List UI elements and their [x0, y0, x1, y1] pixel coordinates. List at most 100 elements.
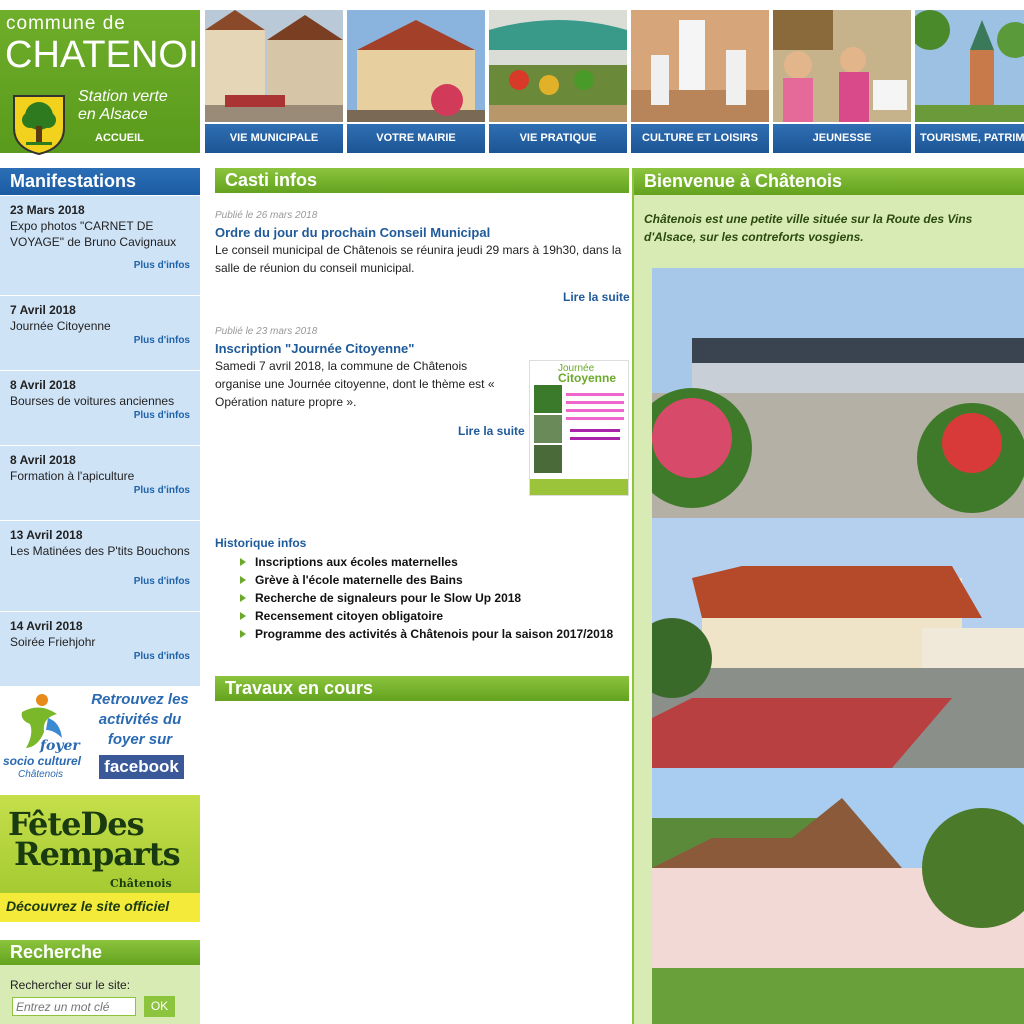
event-item[interactable]: 7 Avril 2018 Journée Citoyenne Plus d'in… [0, 296, 200, 371]
event-date: 13 Avril 2018 [10, 528, 83, 542]
event-item[interactable]: 14 Avril 2018 Soirée Friehjohr Plus d'in… [0, 612, 200, 687]
read-more-link[interactable]: Lire la suite [458, 424, 525, 438]
nav-photo-judo [631, 10, 769, 122]
history-list: Inscriptions aux écoles maternelles Grèv… [240, 553, 620, 643]
nav-photo-children-reading [773, 10, 911, 122]
foyer-text: Retrouvez les activités du foyer sur [91, 691, 189, 748]
event-desc: Soirée Friehjohr [10, 635, 96, 649]
arrow-icon [240, 612, 246, 620]
foyer-logo-text1: foyer [40, 738, 80, 754]
foyer-logo-text3: Châtenois [18, 769, 64, 780]
poster-graphics [530, 385, 628, 495]
event-more-link[interactable]: Plus d'infos [134, 485, 190, 496]
nav-photo-mairie [347, 10, 485, 122]
news-body: Le conseil municipal de Châtenois se réu… [215, 243, 622, 275]
manifestations-title: Manifestations [0, 168, 200, 195]
news-title-link[interactable]: Inscription "Journée Citoyenne" [215, 341, 414, 356]
accueil-link[interactable]: ACCUEIL [95, 132, 144, 144]
history-item-label: Inscriptions aux écoles maternelles [255, 555, 458, 569]
nav-photo-church-vines [915, 10, 1024, 122]
history-item[interactable]: Programme des activités à Châtenois pour… [240, 625, 620, 643]
search-input[interactable] [12, 997, 136, 1016]
nav-votre-mairie[interactable]: VOTRE MAIRIE [347, 10, 485, 153]
logo-town-name: CHATENOIS [5, 34, 224, 76]
event-more-link[interactable]: Plus d'infos [134, 260, 190, 271]
fete-title-2: Remparts [14, 835, 181, 873]
history-title: Historique infos [215, 536, 307, 550]
journee-citoyenne-poster[interactable]: Journée Citoyenne [529, 360, 629, 496]
news-body: Samedi 7 avril 2018, la commune de Châte… [215, 359, 495, 409]
event-item[interactable]: 8 Avril 2018 Formation à l'apiculture Pl… [0, 446, 200, 521]
history-item-label: Recherche de signaleurs pour le Slow Up … [255, 591, 522, 605]
history-item-label: Programme des activités à Châtenois pour… [255, 627, 614, 641]
news-title-link[interactable]: Ordre du jour du prochain Conseil Munici… [215, 225, 490, 240]
poster-title-2: Citoyenne [558, 371, 617, 385]
arrow-icon [240, 630, 246, 638]
nav-label: CULTURE ET LOISIRS [631, 124, 769, 153]
history-item-label: Recensement citoyen obligatoire [255, 609, 444, 623]
event-item[interactable]: 13 Avril 2018 Les Matinées des P'tits Bo… [0, 521, 200, 612]
nav-jeunesse[interactable]: JEUNESSE [773, 10, 911, 153]
welcome-title: Bienvenue à Châtenois [634, 168, 1024, 195]
logo-tagline-2: en Alsace [78, 106, 148, 123]
event-date: 14 Avril 2018 [10, 619, 83, 633]
fete-remparts-banner[interactable]: FêteDes Remparts Châtenois Découvrez le … [0, 795, 200, 922]
arrow-icon [240, 594, 246, 602]
crest-tree-icon [13, 95, 65, 156]
arrow-icon [240, 558, 246, 566]
nav-label: VIE MUNICIPALE [205, 124, 343, 153]
photo-school-tennis [652, 518, 1024, 768]
page: commune de CHATENOIS Station verte en Al… [0, 0, 1024, 1024]
nav-photo-town-square [205, 10, 343, 122]
event-item[interactable]: 8 Avril 2018 Bourses de voitures ancienn… [0, 371, 200, 446]
news-date: Publié le 23 mars 2018 [215, 326, 318, 337]
event-more-link[interactable]: Plus d'infos [134, 335, 190, 346]
event-desc: Journée Citoyenne [10, 319, 111, 333]
foyer-logo-text2: socio culturel [3, 754, 82, 768]
event-desc: Formation à l'apiculture [10, 469, 135, 483]
fete-town: Châtenois [110, 877, 172, 890]
read-more-link[interactable]: Lire la suite [563, 290, 630, 304]
history-item-label: Grève à l'école maternelle des Bains [255, 573, 463, 587]
event-date: 23 Mars 2018 [10, 203, 85, 217]
history-item[interactable]: Recherche de signaleurs pour le Slow Up … [240, 589, 620, 607]
nav-tourisme[interactable]: TOURISME, PATRIM [915, 10, 1024, 153]
event-date: 8 Avril 2018 [10, 378, 76, 392]
event-desc: Expo photos "CARNET DE VOYAGE" de Bruno … [10, 219, 177, 249]
photo-sports-hall [652, 268, 1024, 518]
logo-tagline-1: Station verte [78, 88, 168, 105]
nav-label: VIE PRATIQUE [489, 124, 627, 153]
nav-label: JEUNESSE [773, 124, 911, 153]
event-more-link[interactable]: Plus d'infos [134, 576, 190, 587]
welcome-text: Châtenois est une petite ville située su… [644, 212, 973, 244]
arrow-icon [240, 576, 246, 584]
nav-label: TOURISME, PATRIM [915, 124, 1024, 153]
nav-label: VOTRE MAIRIE [347, 124, 485, 153]
nav-vie-pratique[interactable]: VIE PRATIQUE [489, 10, 627, 153]
facebook-button[interactable]: facebook [99, 755, 184, 779]
news-date: Publié le 26 mars 2018 [215, 210, 318, 221]
foyer-banner[interactable]: foyer socio culturel Châtenois Retrouvez… [0, 688, 200, 792]
nav-vie-municipale[interactable]: VIE MUNICIPALE [205, 10, 343, 153]
fete-cta[interactable]: Découvrez le site officiel [0, 893, 200, 922]
event-date: 7 Avril 2018 [10, 303, 76, 317]
site-logo[interactable]: commune de CHATENOIS Station verte en Al… [0, 10, 224, 156]
event-date: 8 Avril 2018 [10, 453, 76, 467]
nav-culture-loisirs[interactable]: CULTURE ET LOISIRS [631, 10, 769, 153]
travaux-title: Travaux en cours [215, 676, 629, 701]
search-ok-button[interactable]: OK [144, 996, 175, 1017]
history-item[interactable]: Grève à l'école maternelle des Bains [240, 571, 620, 589]
event-desc: Les Matinées des P'tits Bouchons [10, 544, 190, 558]
history-item[interactable]: Recensement citoyen obligatoire [240, 607, 620, 625]
casti-infos-title: Casti infos [215, 168, 629, 193]
event-desc: Bourses de voitures anciennes [10, 394, 175, 408]
history-item[interactable]: Inscriptions aux écoles maternelles [240, 553, 620, 571]
event-more-link[interactable]: Plus d'infos [134, 651, 190, 662]
event-more-link[interactable]: Plus d'infos [134, 410, 190, 421]
event-item[interactable]: 23 Mars 2018 Expo photos "CARNET DE VOYA… [0, 196, 200, 296]
photo-residence [652, 768, 1024, 1024]
logo-tagline: Station verte en Alsace [78, 88, 168, 124]
search-title: Recherche [0, 940, 200, 965]
logo-commune-text: commune de [6, 13, 126, 34]
search-panel: Rechercher sur le site: OK [0, 965, 200, 1024]
